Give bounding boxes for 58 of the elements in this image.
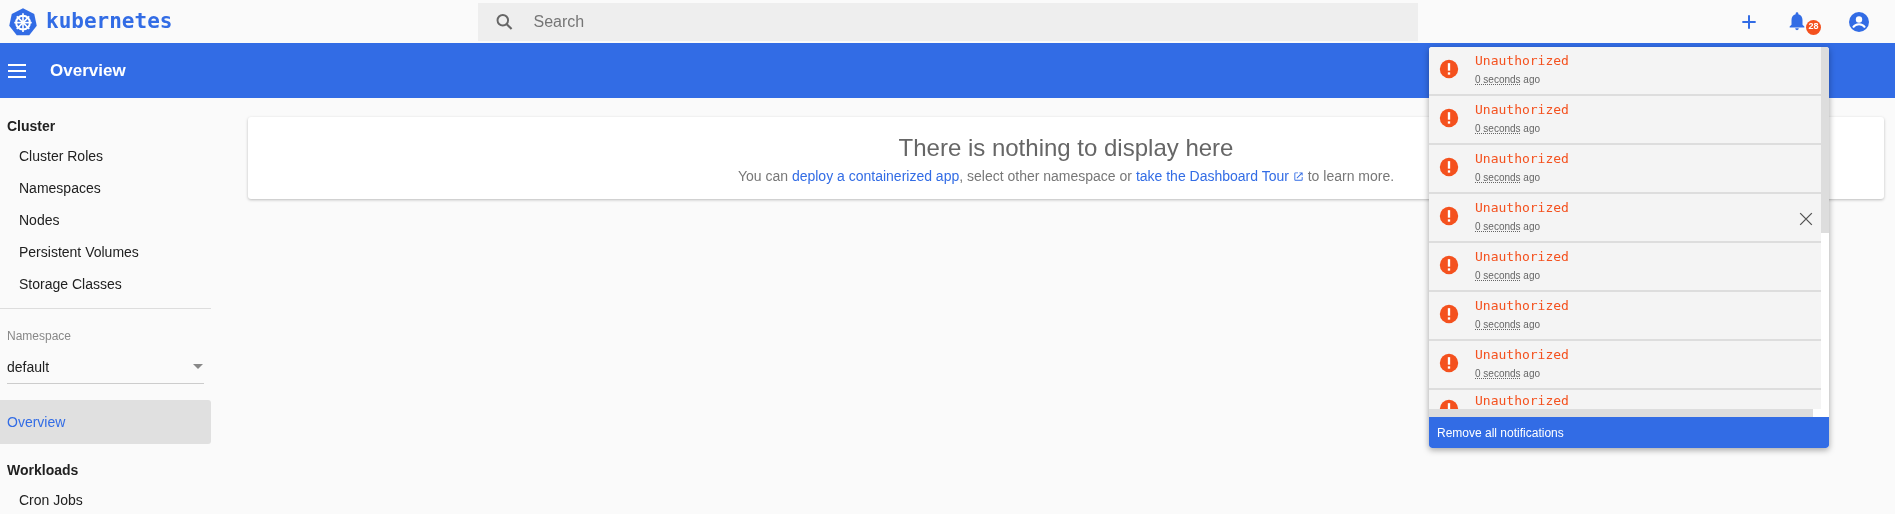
sidebar-heading: Workloads — [6, 461, 80, 480]
notification-message: Unauthorized — [1475, 53, 1569, 69]
notification-message: Unauthorized — [1475, 249, 1569, 265]
sidebar-item[interactable]: Storage Classes — [0, 267, 211, 299]
error-icon — [1439, 353, 1459, 373]
notification-time: 0 seconds ago — [1475, 122, 1542, 136]
namespace-dropdown[interactable]: default — [7, 351, 204, 384]
field-label: Namespace — [6, 328, 73, 345]
search-bar[interactable]: Search — [478, 2, 1419, 41]
notification-item[interactable]: Unauthorized 0 seconds ago — [1429, 145, 1821, 194]
sidebar-item[interactable]: Cluster Roles — [0, 139, 211, 171]
error-icon — [1439, 108, 1459, 128]
notification-time: 0 seconds ago — [1475, 73, 1542, 87]
page-title: Overview — [50, 59, 126, 82]
error-icon — [1439, 59, 1459, 79]
notification-item[interactable]: Unauthorized 0 seconds ago — [1429, 341, 1821, 390]
scrollbar[interactable] — [1429, 409, 1813, 417]
bell-icon[interactable] — [1789, 10, 1805, 33]
notification-message: Unauthorized — [1475, 393, 1569, 409]
error-icon — [1439, 255, 1459, 275]
search-field[interactable]: Search — [531, 8, 1419, 35]
empty-state-message: You can deploy a containerized app, select other namespace or take the Dashboard Tour to learn more. — [737, 166, 1395, 186]
notification-message: Unauthorized — [1475, 102, 1569, 118]
notification-item[interactable]: Unauthorized — [1429, 390, 1821, 409]
notification-item[interactable]: Unauthorized 0 seconds ago — [1429, 243, 1821, 292]
empty-state-title: There is nothing to display here — [898, 132, 1234, 163]
notification-time: 0 seconds ago — [1475, 367, 1542, 381]
menu-icon[interactable] — [8, 62, 26, 79]
remove-all-button[interactable]: Remove all notifications — [1429, 417, 1829, 448]
brand-name[interactable]: kubernetes — [46, 5, 173, 38]
notification-item[interactable]: Unauthorized 0 seconds ago — [1429, 96, 1821, 145]
link[interactable]: take the Dashboard Tour — [1135, 167, 1304, 184]
notification-count: 28 — [1806, 19, 1821, 35]
notification-time: 0 seconds ago — [1475, 318, 1542, 332]
notification-message: Unauthorized — [1475, 200, 1569, 216]
dropdown-arrow-icon — [192, 363, 204, 371]
sidebar-item[interactable]: Persistent Volumes — [0, 235, 211, 267]
sidebar-item[interactable]: Nodes — [0, 203, 211, 235]
notification-time: 0 seconds ago — [1475, 220, 1542, 234]
sidebar-heading: Cluster — [6, 117, 57, 136]
error-icon — [1439, 206, 1459, 226]
notification-message: Unauthorized — [1475, 347, 1569, 363]
account-icon[interactable] — [1847, 9, 1871, 34]
notification-time: 0 seconds ago — [1475, 269, 1542, 283]
error-icon — [1439, 304, 1459, 324]
sidebar-item[interactable]: Cron Jobs — [0, 483, 211, 514]
notification-item[interactable]: Unauthorized 0 seconds ago — [1429, 292, 1821, 341]
wheel-logo-icon[interactable] — [8, 6, 38, 37]
notification-item[interactable]: Unauthorized 0 seconds ago — [1429, 194, 1821, 243]
sidebar-item[interactable]: Overview — [0, 400, 211, 444]
error-icon — [1439, 157, 1459, 177]
notification-time: 0 seconds ago — [1475, 171, 1542, 185]
scrollbar[interactable] — [1821, 47, 1829, 233]
notification-message: Unauthorized — [1475, 151, 1569, 167]
notification-item[interactable]: Unauthorized 0 seconds ago — [1429, 47, 1821, 96]
close-icon[interactable] — [1799, 212, 1813, 226]
notification-message: Unauthorized — [1475, 298, 1569, 314]
sidebar-item[interactable]: Namespaces — [0, 171, 211, 203]
